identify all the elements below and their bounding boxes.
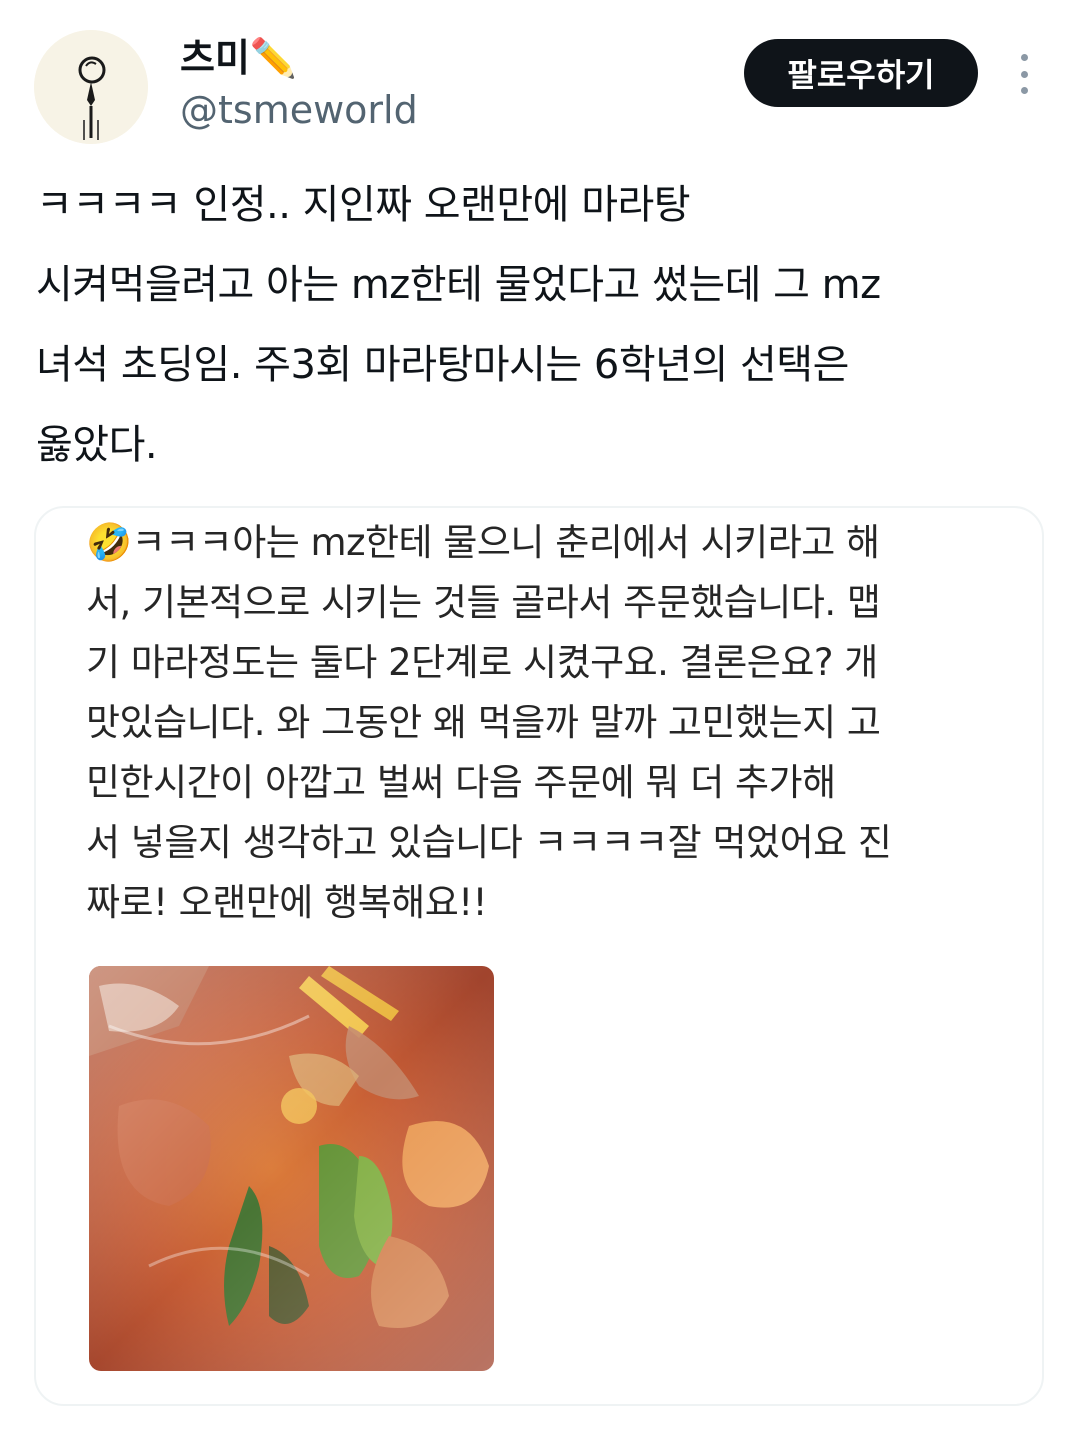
- more-dot: [1020, 70, 1028, 78]
- more-vertical-icon[interactable]: [1008, 54, 1040, 94]
- avatar[interactable]: [34, 30, 148, 144]
- more-dot: [1020, 54, 1028, 61]
- quoted-image-text: 🤣ㅋㅋㅋ아는 mz한테 물으니 춘리에서 시키라고 해 서, 기본적으로 시키는…: [86, 521, 892, 924]
- malatang-illustration: [89, 966, 494, 1371]
- display-name-text: 츠미: [180, 36, 250, 80]
- display-name[interactable]: 츠미✏️: [180, 34, 297, 82]
- media-card[interactable]: 🤣ㅋㅋㅋ아는 mz한테 물으니 춘리에서 시키라고 해 서, 기본적으로 시키는…: [34, 506, 1044, 1406]
- ink-pen-doodle-avatar: [34, 30, 148, 144]
- user-handle[interactable]: @tsmeworld: [180, 86, 418, 134]
- more-dot: [1020, 87, 1028, 94]
- follow-button[interactable]: 팔로우하기: [744, 39, 978, 107]
- pencil-icon: ✏️: [249, 36, 298, 80]
- tweet-text: ㅋㅋㅋㅋ 인정.. 지인짜 오랜만에 마라탕 시켜먹을려고 아는 mz한테 물었…: [36, 182, 881, 468]
- malatang-photo[interactable]: [89, 966, 494, 1371]
